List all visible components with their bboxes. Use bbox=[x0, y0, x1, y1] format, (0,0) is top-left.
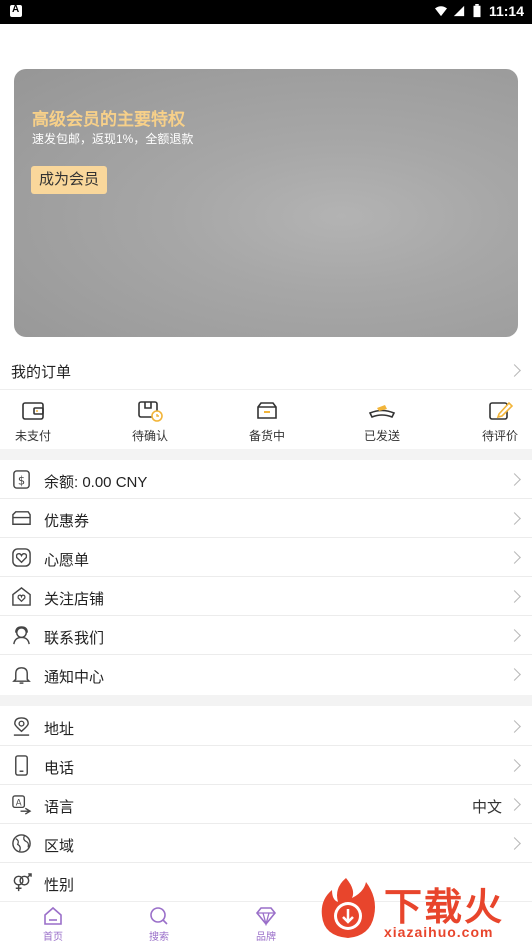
region-row[interactable]: 区域 bbox=[0, 824, 532, 863]
order-shipped[interactable]: 已发送 bbox=[352, 399, 412, 444]
home-icon bbox=[44, 906, 62, 925]
heart-icon bbox=[12, 548, 31, 567]
chevron-right-icon bbox=[508, 798, 521, 811]
order-to-confirm[interactable]: 待确认 bbox=[120, 399, 180, 444]
status-bar: 11:14 bbox=[0, 0, 532, 24]
search-icon bbox=[150, 907, 168, 925]
chevron-right-icon bbox=[508, 720, 521, 733]
nav-search[interactable]: 搜索 bbox=[129, 906, 189, 943]
wallet-icon bbox=[22, 402, 44, 420]
box-icon bbox=[257, 402, 277, 419]
flame-logo-icon bbox=[321, 878, 375, 938]
order-to-confirm-label: 待确认 bbox=[131, 429, 168, 443]
wifi-icon bbox=[434, 6, 447, 17]
language-value: 中文 bbox=[471, 799, 502, 816]
address-row[interactable]: 地址 bbox=[0, 707, 532, 746]
svg-text:$: $ bbox=[18, 473, 25, 487]
signal-icon bbox=[453, 5, 465, 17]
balance-row[interactable]: $ 余额: 0.00 CNY bbox=[0, 460, 532, 499]
my-orders-label: 我的订单 bbox=[11, 364, 72, 381]
chevron-right-icon bbox=[508, 759, 521, 772]
chevron-right-icon bbox=[508, 473, 521, 486]
clock: 11:14 bbox=[488, 3, 524, 19]
store-heart-icon bbox=[12, 587, 31, 606]
svg-text:A: A bbox=[16, 798, 22, 808]
section-divider bbox=[0, 449, 532, 460]
notification-center-label: 通知中心 bbox=[44, 669, 105, 686]
coupons-row[interactable]: 优惠券 bbox=[0, 499, 532, 538]
support-icon bbox=[13, 626, 30, 645]
order-to-review[interactable]: 待评价 bbox=[470, 399, 530, 444]
contact-us-row[interactable]: 联系我们 bbox=[0, 616, 532, 655]
membership-banner[interactable]: 高级会员的主要特权 速发包邮，返现1%，全额退款 成为会员 bbox=[14, 69, 518, 337]
followed-stores-row[interactable]: 关注店铺 bbox=[0, 577, 532, 616]
followed-stores-label: 关注店铺 bbox=[44, 591, 105, 608]
order-preparing[interactable]: 备货中 bbox=[237, 399, 297, 444]
location-icon bbox=[13, 717, 30, 736]
my-orders-row[interactable]: 我的订单 bbox=[0, 352, 532, 390]
diamond-icon bbox=[255, 907, 277, 926]
notification-icon bbox=[10, 4, 22, 17]
language-row[interactable]: A 语言 中文 bbox=[0, 785, 532, 824]
coupon-icon bbox=[12, 511, 31, 525]
wishlist-row[interactable]: 心愿单 bbox=[0, 538, 532, 577]
phone-row[interactable]: 电话 bbox=[0, 746, 532, 785]
banner-title: 高级会员的主要特权 bbox=[32, 110, 185, 129]
order-unpaid-label: 未支付 bbox=[14, 429, 51, 443]
balance-icon: $ bbox=[13, 470, 30, 489]
contact-us-label: 联系我们 bbox=[44, 630, 105, 647]
watermark: 下载火 xiazaihuo.com bbox=[312, 872, 532, 944]
battery-icon bbox=[473, 4, 481, 18]
section-divider bbox=[0, 695, 532, 706]
nav-home-label: 首页 bbox=[43, 932, 63, 943]
nav-brands-label: 品牌 bbox=[256, 932, 276, 943]
watermark-text: 下载火 bbox=[384, 887, 505, 929]
wishlist-label: 心愿单 bbox=[44, 552, 90, 569]
banner-subtitle: 速发包邮，返现1%，全额退款 bbox=[32, 132, 194, 146]
delivery-icon bbox=[368, 405, 396, 419]
review-pen-icon bbox=[489, 401, 514, 420]
become-member-button[interactable]: 成为会员 bbox=[31, 166, 108, 194]
order-status-row: 未支付 待确认 备货中 已发送 待评价 bbox=[0, 391, 532, 449]
globe-icon bbox=[12, 834, 31, 853]
gender-icon bbox=[13, 873, 32, 892]
chevron-right-icon bbox=[508, 590, 521, 603]
chevron-right-icon bbox=[508, 629, 521, 642]
chevron-right-icon bbox=[508, 551, 521, 564]
watermark-url: xiazaihuo.com bbox=[384, 924, 494, 940]
order-unpaid[interactable]: 未支付 bbox=[3, 399, 63, 444]
notification-center-row[interactable]: 通知中心 bbox=[0, 655, 532, 694]
phone-label: 电话 bbox=[44, 760, 75, 777]
balance-label: 余额: 0.00 CNY bbox=[44, 474, 148, 491]
nav-brands[interactable]: 品牌 bbox=[236, 906, 296, 943]
chevron-right-icon bbox=[508, 512, 521, 525]
address-label: 地址 bbox=[44, 721, 75, 738]
chevron-right-icon bbox=[508, 668, 521, 681]
order-to-review-label: 待评价 bbox=[481, 429, 518, 443]
language-icon: A bbox=[12, 795, 32, 815]
chevron-right-icon bbox=[508, 364, 521, 377]
order-shipped-label: 已发送 bbox=[363, 429, 400, 443]
package-clock-icon bbox=[138, 401, 163, 422]
nav-home[interactable]: 首页 bbox=[23, 906, 83, 943]
bell-icon bbox=[12, 667, 31, 684]
phone-icon bbox=[15, 755, 28, 776]
coupons-label: 优惠券 bbox=[44, 513, 90, 530]
order-preparing-label: 备货中 bbox=[248, 429, 285, 443]
chevron-right-icon bbox=[508, 837, 521, 850]
gender-label: 性别 bbox=[44, 877, 75, 894]
region-label: 区域 bbox=[44, 838, 75, 855]
nav-search-label: 搜索 bbox=[149, 932, 169, 943]
language-label: 语言 bbox=[44, 799, 75, 816]
